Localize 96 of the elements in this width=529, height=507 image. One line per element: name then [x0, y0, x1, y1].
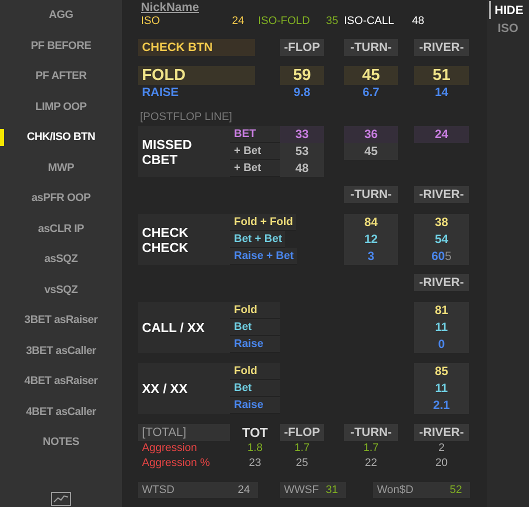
sidebar-item[interactable]: 3BET asCaller	[0, 336, 122, 366]
summary-label: WTSD	[142, 484, 174, 496]
line-label: CHECK CHECK	[138, 214, 230, 265]
stat-cell: 38	[414, 214, 469, 231]
action-label: Raise	[230, 336, 280, 353]
stat-cell: 605	[414, 248, 469, 265]
action-label: Fold	[230, 302, 280, 319]
aggression-label: Aggression %	[141, 456, 211, 471]
summary-label: Won$D	[377, 484, 414, 496]
sidebar-item[interactable]: asPFR OOP	[0, 183, 122, 214]
action-label: + Bet	[230, 160, 280, 177]
street-header: -FLOP	[280, 39, 324, 56]
aggression-value: 20	[434, 456, 449, 471]
raise-label: RAISE	[141, 85, 180, 100]
fold-value: 45	[344, 66, 398, 85]
action-label: Fold + Fold	[230, 214, 296, 231]
aggression-value: 25	[294, 456, 310, 471]
street-header: -RIVER-	[414, 186, 469, 203]
action-label: Raise + Bet	[230, 248, 297, 265]
street-header: -RIVER-	[414, 274, 469, 291]
sidebar-item[interactable]: NOTES	[0, 427, 122, 458]
chart-icon[interactable]	[51, 492, 71, 506]
stat-cell: 84	[344, 214, 398, 231]
panel-button[interactable]: HIDE	[488, 1, 528, 19]
aggression-value: 23	[248, 456, 262, 471]
stat-value: 35	[326, 14, 340, 29]
street-header: -FLOP	[280, 424, 324, 441]
stat-cell: 45	[344, 143, 398, 160]
aggression-value: 2	[437, 441, 446, 456]
action-label: Bet + Bet	[230, 231, 285, 248]
sidebar-item[interactable]: vsSQZ	[0, 274, 122, 305]
sidebar-item[interactable]: LIMP OOP	[0, 92, 122, 122]
sidebar-item[interactable]: PF BEFORE	[0, 30, 122, 61]
stat-value: 24	[232, 14, 246, 29]
aggression-value: 1.7	[293, 441, 311, 456]
fold-label: FOLD	[138, 66, 255, 85]
action-label: Bet	[230, 380, 280, 397]
sidebar-item[interactable]: asSQZ	[0, 244, 122, 274]
action-label: BET	[230, 126, 280, 143]
stat-cell: 2.1	[414, 397, 469, 414]
stat-label: ISO-CALL	[344, 14, 396, 29]
action-label: Raise	[230, 397, 280, 414]
stat-cell: 81	[414, 302, 469, 319]
action-label: + Bet	[230, 143, 280, 160]
stat-label: ISO	[141, 14, 161, 29]
street-header: -RIVER-	[414, 424, 469, 441]
stat-cell: 48	[280, 160, 324, 177]
aggression-label: Aggression	[141, 441, 198, 456]
stat-cell: 54	[414, 231, 469, 248]
stat-cell: 36	[344, 126, 398, 143]
panel-button[interactable]: ISO	[494, 19, 522, 37]
fold-value: 51	[414, 66, 469, 85]
stat-cell: 53	[280, 143, 324, 160]
raise-value: 9.8	[292, 85, 312, 100]
aggression-value: 1.7	[362, 441, 380, 456]
action-label: Bet	[230, 319, 280, 336]
line-label: CALL / XX	[138, 302, 230, 353]
line-label: MISSED CBET	[138, 126, 230, 177]
stat-cell: 12	[344, 231, 398, 248]
sidebar-item[interactable]: AGG	[0, 0, 122, 30]
sidebar-item[interactable]: 4BET asCaller	[0, 396, 122, 427]
stat-label: ISO-FOLD	[258, 14, 311, 29]
fold-value: 59	[280, 66, 324, 85]
summary-label: WWSF	[284, 484, 319, 496]
summary-value: 31	[326, 484, 338, 496]
section-title: [TOTAL]	[138, 424, 230, 441]
section-title: CHECK BTN	[138, 39, 255, 56]
sidebar-item[interactable]: PF AFTER	[0, 61, 122, 92]
sidebar-item[interactable]: asCLR IP	[0, 214, 122, 244]
action-label: Fold	[230, 363, 280, 380]
stat-cell: 11	[414, 319, 469, 336]
sidebar-item[interactable]: 4BET asRaiser	[0, 366, 122, 396]
player-name[interactable]: NickName	[141, 1, 200, 14]
summary-value: 24	[238, 484, 250, 496]
section-title: [POSTFLOP LINE]	[139, 110, 232, 124]
raise-value: 14	[434, 85, 450, 100]
sidebar-item[interactable]: MWP	[0, 152, 122, 183]
stat-cell: 24	[414, 126, 469, 143]
sidebar-item[interactable]: CHK/ISO BTN	[0, 122, 122, 152]
street-header: -RIVER-	[414, 39, 469, 56]
stat-cell: 11	[414, 380, 469, 397]
stat-cell: 3	[344, 248, 398, 265]
street-header: -TURN-	[344, 186, 398, 203]
street-header: -TURN-	[344, 39, 398, 56]
street-header: TOT	[241, 424, 269, 441]
raise-value: 6.7	[362, 85, 380, 100]
line-label: XX / XX	[138, 363, 230, 414]
stat-cell: 0	[414, 336, 469, 353]
stat-value: 48	[412, 14, 424, 29]
aggression-value: 1.8	[246, 441, 264, 456]
street-header: -TURN-	[344, 424, 398, 441]
aggression-value: 22	[364, 456, 378, 471]
summary-value: 52	[450, 484, 462, 496]
stat-cell: 33	[280, 126, 324, 143]
sidebar-item[interactable]: 3BET asRaiser	[0, 305, 122, 336]
stat-cell: 85	[414, 363, 469, 380]
